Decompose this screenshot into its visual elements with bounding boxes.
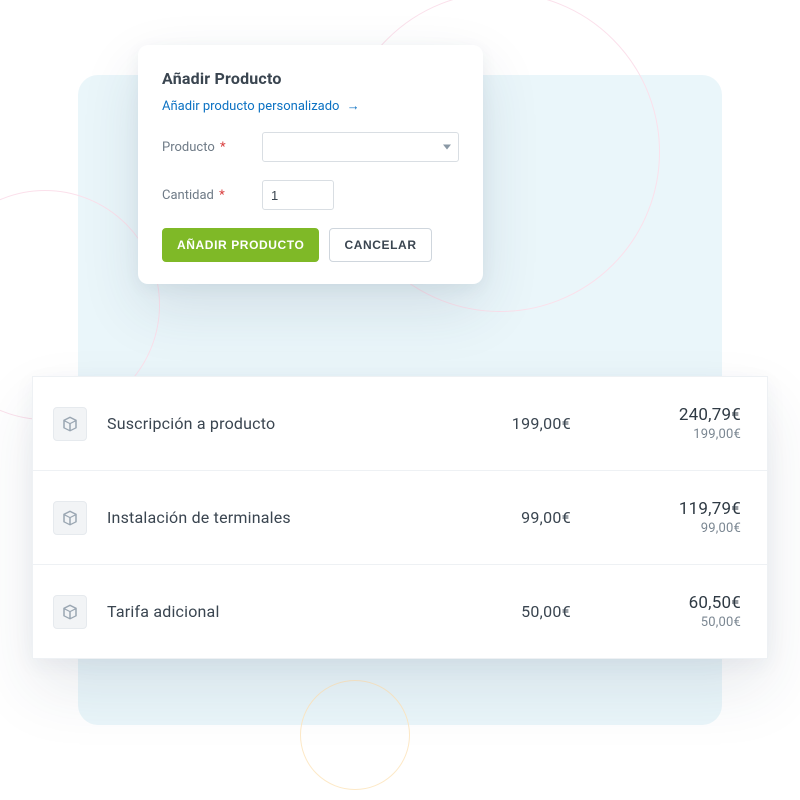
package-icon	[53, 407, 87, 441]
product-label: Producto *	[162, 140, 262, 155]
sub-price: 199,00€	[571, 427, 741, 442]
sub-price: 50,00€	[571, 615, 741, 630]
arrow-right-icon: →	[347, 99, 360, 114]
product-list: Suscripción a producto 199,00€ 240,79€ 1…	[32, 376, 768, 659]
list-item[interactable]: Instalación de terminales 99,00€ 119,79€…	[33, 471, 767, 565]
quantity-input[interactable]	[262, 180, 334, 210]
total-price: 60,50€	[571, 593, 741, 613]
decorative-circle	[300, 680, 410, 790]
package-icon	[53, 595, 87, 629]
quantity-label: Cantidad *	[162, 188, 262, 203]
price-summary: 60,50€ 50,00€	[571, 593, 741, 630]
link-text: Añadir producto personalizado	[162, 99, 339, 114]
modal-title: Añadir Producto	[162, 69, 459, 88]
chevron-down-icon	[443, 145, 451, 150]
product-select[interactable]	[262, 132, 459, 162]
add-custom-product-link[interactable]: Añadir producto personalizado →	[162, 98, 459, 114]
total-price: 119,79€	[571, 499, 741, 519]
unit-price: 50,00€	[441, 602, 571, 621]
unit-price: 99,00€	[441, 508, 571, 527]
price-summary: 240,79€ 199,00€	[571, 405, 741, 442]
cancel-button[interactable]: Cancelar	[329, 228, 431, 262]
product-name: Instalación de terminales	[107, 508, 441, 527]
required-mark: *	[219, 188, 225, 203]
product-label-text: Producto	[162, 140, 215, 155]
sub-price: 99,00€	[571, 521, 741, 536]
package-icon	[53, 501, 87, 535]
list-item[interactable]: Suscripción a producto 199,00€ 240,79€ 1…	[33, 377, 767, 471]
product-name: Suscripción a producto	[107, 414, 441, 433]
product-select-input[interactable]	[262, 132, 459, 162]
add-product-modal: Añadir Producto Añadir producto personal…	[138, 45, 483, 284]
price-summary: 119,79€ 99,00€	[571, 499, 741, 536]
product-name: Tarifa adicional	[107, 602, 441, 621]
unit-price: 199,00€	[441, 414, 571, 433]
add-product-button[interactable]: Añadir Producto	[162, 228, 319, 262]
quantity-label-text: Cantidad	[162, 188, 214, 203]
required-mark: *	[220, 140, 226, 155]
list-item[interactable]: Tarifa adicional 50,00€ 60,50€ 50,00€	[33, 565, 767, 658]
total-price: 240,79€	[571, 405, 741, 425]
